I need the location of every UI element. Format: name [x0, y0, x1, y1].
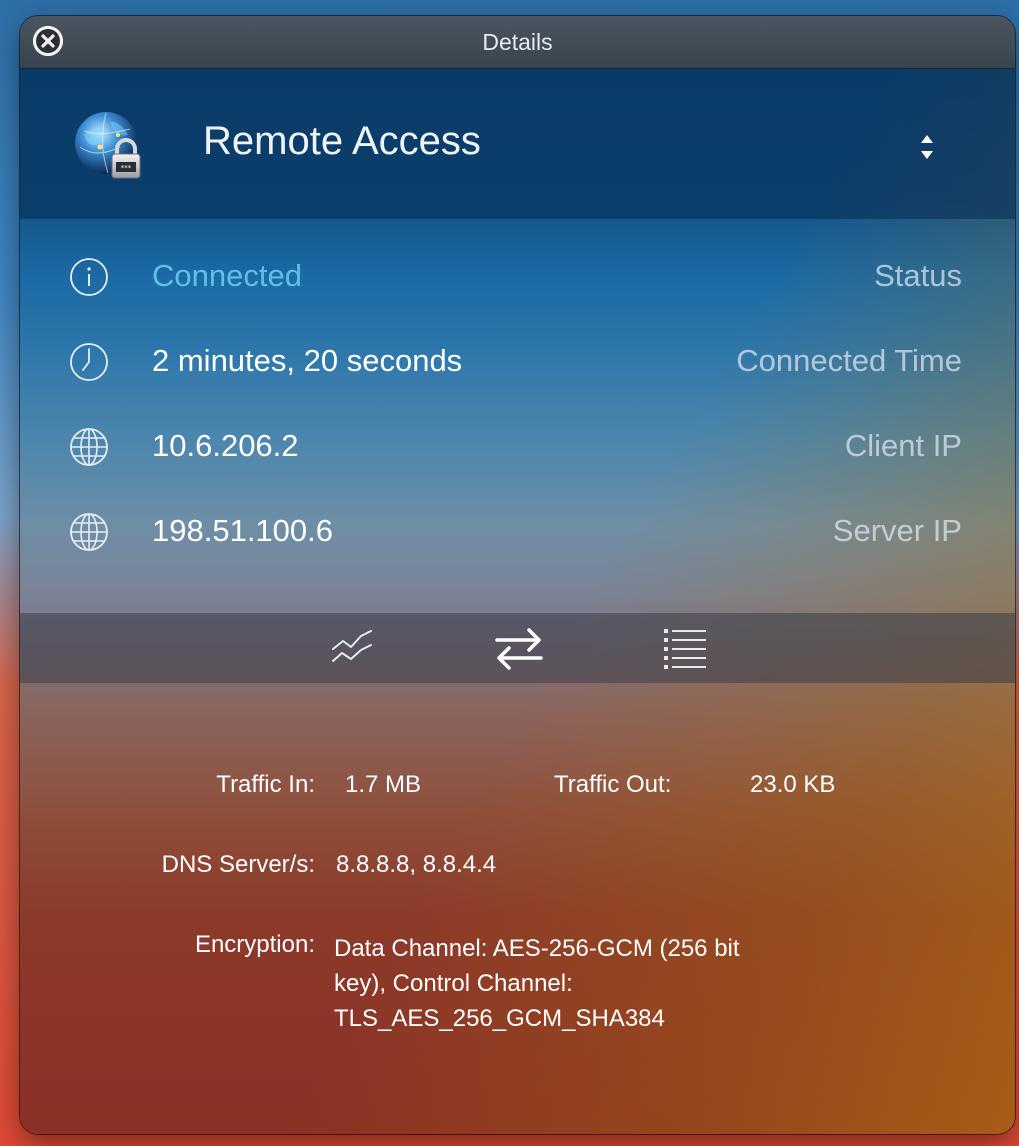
- connected-time-row: 2 minutes, 20 seconds Connected Time: [20, 331, 1015, 391]
- dns-label: DNS Server/s:: [161, 851, 315, 878]
- globe-icon: [70, 428, 108, 466]
- server-ip-row: 198.51.100.6 Server IP: [20, 501, 1015, 561]
- client-ip-label: Client IP: [844, 428, 962, 463]
- graph-icon[interactable]: [325, 623, 379, 673]
- status-value: Connected: [152, 258, 302, 293]
- window-title: Details: [482, 29, 553, 55]
- client-ip-value: 10.6.206.2: [152, 428, 299, 463]
- traffic-in-label: Traffic In:: [216, 771, 315, 798]
- profile-stepper-icon[interactable]: [916, 127, 938, 167]
- profile-selector[interactable]: Remote Access: [203, 119, 481, 164]
- encryption-line: TLS_AES_256_GCM_SHA384: [334, 1005, 665, 1032]
- info-icon: [70, 258, 108, 296]
- server-ip-value: 198.51.100.6: [152, 513, 334, 548]
- connected-time-value: 2 minutes, 20 seconds: [152, 343, 463, 378]
- title-bar: Details: [20, 16, 1015, 69]
- status-label: Status: [874, 258, 962, 293]
- details-window: Details *** Remote Access Connected Stat…: [20, 16, 1015, 1134]
- encryption-line: Data Channel: AES-256-GCM (256 bit: [334, 935, 740, 962]
- traffic-in-value: 1.7 MB: [345, 771, 422, 798]
- list-icon[interactable]: [658, 623, 712, 673]
- encryption-value: Data Channel: AES-256-GCM (256 bit key),…: [334, 931, 740, 1036]
- vpn-globe-lock-icon: ***: [75, 112, 141, 179]
- encryption-label: Encryption:: [194, 931, 315, 958]
- traffic-out-label: Traffic Out:: [554, 771, 672, 798]
- encryption-line: key), Control Channel:: [334, 970, 573, 997]
- status-row: Connected Status: [20, 246, 1015, 306]
- dns-value: 8.8.8.8, 8.8.4.4: [336, 851, 497, 878]
- profile-header: *** Remote Access: [20, 69, 1015, 219]
- globe-icon: [70, 513, 108, 551]
- clock-icon: [70, 343, 108, 381]
- svg-text:***: ***: [121, 164, 132, 172]
- traffic-out-value: 23.0 KB: [750, 771, 836, 798]
- view-toolbar: [20, 613, 1015, 683]
- connected-time-label: Connected Time: [736, 343, 962, 378]
- server-ip-label: Server IP: [832, 513, 962, 548]
- transfer-icon[interactable]: [492, 623, 546, 673]
- client-ip-row: 10.6.206.2 Client IP: [20, 416, 1015, 476]
